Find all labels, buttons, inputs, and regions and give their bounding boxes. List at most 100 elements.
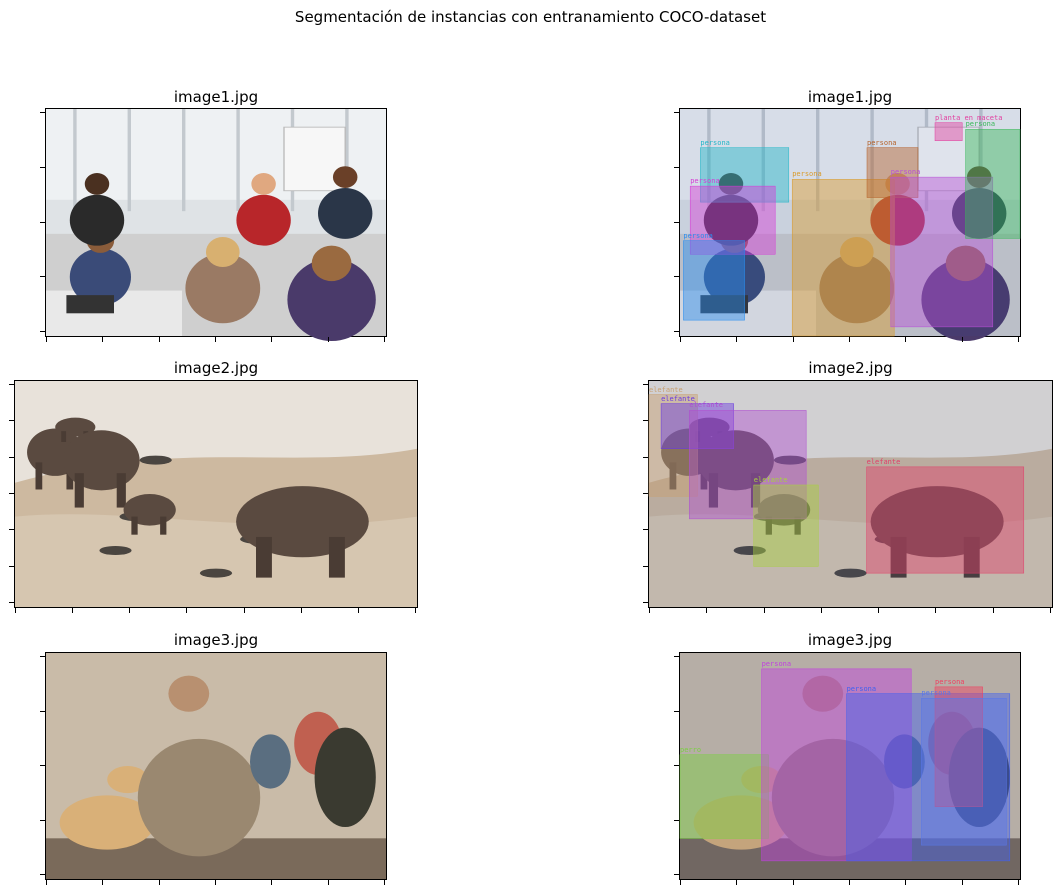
river-rock (199, 568, 233, 578)
y-tick (40, 656, 45, 657)
segmentation-mask (921, 698, 1007, 846)
x-tick (992, 608, 994, 613)
person-shape (69, 194, 125, 246)
y-tick (40, 166, 45, 168)
panel-title-2: image1.jpg (807, 88, 893, 106)
x-tick (384, 337, 385, 342)
segmentation-mask (965, 129, 1020, 239)
detection-label: elefante (866, 457, 901, 466)
y-tick (674, 656, 679, 657)
image-canvas (15, 381, 417, 607)
x-tick (215, 880, 216, 885)
panel-title-3: image2.jpg (173, 359, 259, 377)
y-tick (674, 710, 679, 712)
detection-label: elefante (689, 401, 724, 410)
panel-title-5: image3.jpg (173, 631, 259, 649)
panel-title-4: image2.jpg (808, 359, 893, 377)
detection-label: persona (761, 659, 792, 668)
x-tick (849, 337, 850, 342)
y-tick (674, 874, 679, 875)
y-tick (643, 420, 648, 422)
x-tick (905, 337, 907, 342)
x-tick (736, 337, 738, 342)
y-tick (643, 384, 648, 385)
panel-title-6: image3.jpg (807, 631, 893, 649)
y-tick (40, 221, 45, 223)
detection-label: persona (867, 138, 897, 147)
detection-label: elefante (649, 385, 683, 394)
y-tick (674, 221, 679, 223)
x-tick (102, 880, 104, 885)
x-tick (46, 337, 47, 342)
x-tick (300, 608, 302, 613)
y-tick (643, 602, 648, 603)
image-canvas (649, 381, 1052, 607)
detection-label: persona (921, 689, 951, 698)
y-tick (9, 602, 14, 603)
segmentation-mask (792, 179, 895, 336)
elephant-leg (116, 473, 126, 508)
detection-label: elefante (753, 475, 788, 484)
y-tick (40, 874, 45, 875)
x-tick (706, 608, 708, 613)
y-tick (40, 331, 45, 332)
detection-label: persona (935, 677, 965, 686)
x-tick (680, 337, 681, 342)
x-tick (186, 608, 188, 613)
x-tick (102, 337, 104, 342)
x-tick (961, 880, 963, 885)
y-tick (674, 276, 679, 278)
y-tick (674, 166, 679, 168)
detection-label: persona (690, 177, 720, 186)
river-rock (139, 455, 172, 465)
detection-label: perro (680, 745, 702, 754)
person-head (332, 166, 358, 188)
x-tick (763, 608, 765, 613)
soldier-body (137, 738, 261, 857)
y-tick (40, 819, 45, 821)
x-tick (384, 880, 385, 885)
person-head (205, 237, 240, 267)
image-panel-original-3 (40, 652, 387, 885)
detection-label: persona (890, 168, 921, 177)
elephant-leg (131, 516, 138, 535)
detection-label: persona (683, 231, 713, 240)
x-tick (327, 337, 329, 342)
x-tick (736, 880, 738, 885)
soldier-head (168, 675, 210, 712)
x-tick (792, 880, 794, 885)
elephant-leg (328, 536, 345, 578)
elephant-leg (255, 536, 272, 578)
x-tick (849, 880, 850, 885)
elephant-leg (35, 462, 43, 490)
x-tick (1018, 337, 1019, 342)
detection-label: persona (965, 120, 996, 129)
elephant-leg (160, 516, 167, 535)
y-tick (643, 493, 648, 494)
image-panel-original-2 (9, 380, 418, 613)
y-tick (40, 710, 45, 712)
x-tick (271, 880, 273, 885)
person-head (251, 173, 276, 195)
y-tick (9, 529, 14, 531)
segmentation-mask (866, 466, 1024, 574)
panel-title-1: image1.jpg (173, 88, 259, 106)
y-tick (9, 456, 14, 458)
image-panel-segmented-3: perro persona persona persona persona (674, 652, 1021, 885)
x-tick (271, 337, 273, 342)
y-tick (9, 565, 14, 567)
segmentation-mask (680, 754, 769, 839)
y-tick (643, 529, 648, 531)
person-shape (236, 194, 291, 246)
x-tick (72, 608, 74, 613)
person-head (311, 245, 352, 282)
y-tick (643, 565, 648, 567)
x-tick (649, 608, 650, 613)
x-tick (215, 337, 216, 342)
x-tick (878, 608, 880, 613)
image-panel-segmented-1: persona persona persona persona persona perso… (674, 108, 1021, 342)
detection-label: persona (846, 684, 877, 693)
person-head (84, 173, 110, 195)
elephant-leg (61, 431, 67, 443)
segmentation-mask (935, 122, 963, 141)
